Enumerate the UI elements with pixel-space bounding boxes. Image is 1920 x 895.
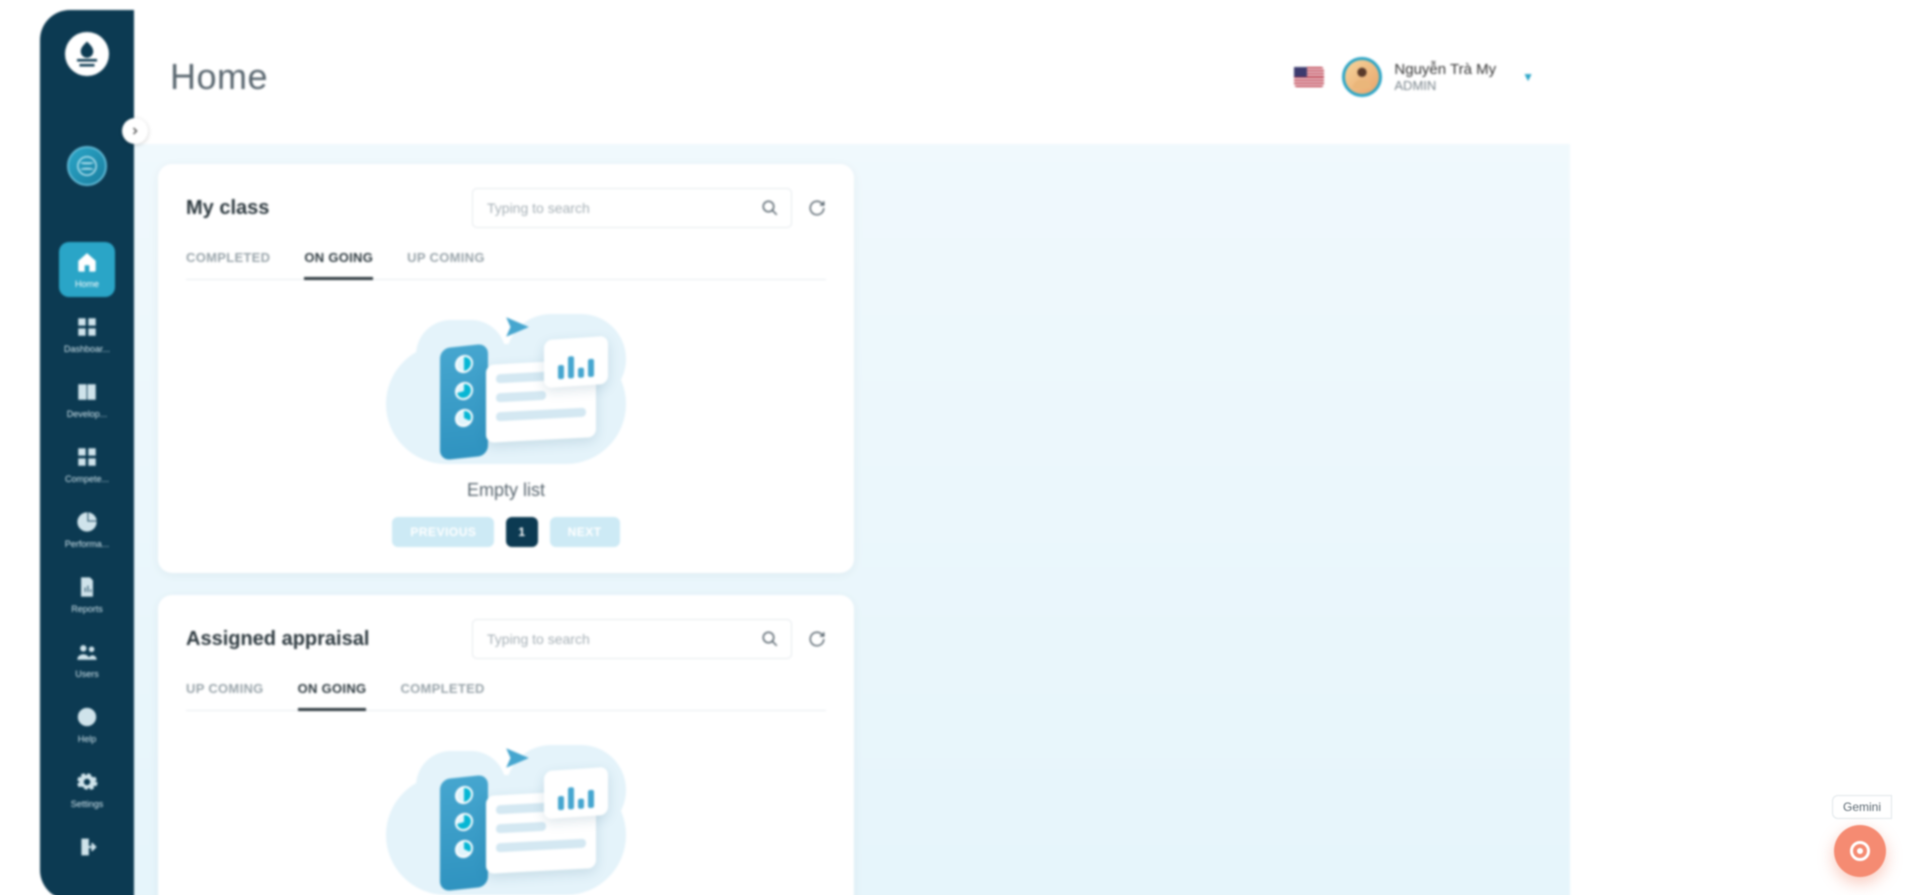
tab-upcoming[interactable]: UP COMING bbox=[407, 248, 485, 279]
gear-icon bbox=[75, 770, 99, 794]
dashboard-icon bbox=[75, 315, 99, 339]
tab-completed[interactable]: COMPLETED bbox=[186, 248, 270, 279]
file-chart-icon bbox=[75, 575, 99, 599]
help-icon bbox=[75, 705, 99, 729]
empty-illustration bbox=[376, 731, 636, 895]
user-menu[interactable]: Nguyễn Trà My ADMIN ▼ bbox=[1342, 57, 1534, 97]
user-role: ADMIN bbox=[1394, 78, 1496, 93]
refresh-icon[interactable] bbox=[808, 199, 826, 217]
sidebar-item-label: Develop... bbox=[67, 409, 108, 419]
header-right: Nguyễn Trà My ADMIN ▼ bbox=[1294, 57, 1534, 97]
gemini-chip[interactable]: Gemini bbox=[1832, 795, 1892, 819]
user-text: Nguyễn Trà My ADMIN bbox=[1394, 61, 1496, 93]
content: Home Nguyễn Trà My ADMIN ▼ bbox=[134, 10, 1570, 895]
tabs: UP COMING ON GOING COMPLETED bbox=[186, 679, 826, 711]
tab-ongoing[interactable]: ON GOING bbox=[304, 248, 373, 279]
next-button[interactable]: NEXT bbox=[550, 517, 620, 547]
page-number[interactable]: 1 bbox=[506, 517, 537, 547]
tab-completed[interactable]: COMPLETED bbox=[400, 679, 484, 710]
refresh-icon[interactable] bbox=[808, 630, 826, 648]
sidebar-item-dashboard[interactable]: Dashboar... bbox=[59, 307, 115, 362]
target-icon bbox=[1850, 841, 1870, 861]
logo-app-icon bbox=[65, 32, 109, 76]
search-box bbox=[472, 619, 792, 659]
empty-illustration bbox=[376, 300, 636, 470]
sidebar-item-label: Home bbox=[75, 279, 99, 289]
pager: PREVIOUS 1 NEXT bbox=[392, 517, 619, 547]
nav: Home Dashboar... Develop... Compete... P… bbox=[40, 242, 134, 867]
sidebar-item-home[interactable]: Home bbox=[59, 242, 115, 297]
brand-icon bbox=[67, 146, 107, 186]
sidebar-item-label: Users bbox=[75, 669, 99, 679]
page-title: Home bbox=[170, 56, 268, 98]
search-box bbox=[472, 188, 792, 228]
tabs: COMPLETED ON GOING UP COMING bbox=[186, 248, 826, 280]
users-icon bbox=[75, 640, 99, 664]
sidebar-item-label: Reports bbox=[71, 604, 103, 614]
prev-button[interactable]: PREVIOUS bbox=[392, 517, 494, 547]
book-icon bbox=[75, 380, 99, 404]
search-icon[interactable] bbox=[761, 630, 779, 648]
header: Home Nguyễn Trà My ADMIN ▼ bbox=[134, 10, 1570, 144]
sidebar-item-performance[interactable]: Performa... bbox=[59, 502, 115, 557]
search-input[interactable] bbox=[487, 200, 751, 216]
logout-icon bbox=[75, 835, 99, 859]
sidebar-item-label: Performa... bbox=[65, 539, 110, 549]
card-assigned-appraisal: Assigned appraisal UP COMING ON GOING CO… bbox=[158, 595, 854, 895]
tab-upcoming[interactable]: UP COMING bbox=[186, 679, 264, 710]
language-flag-us[interactable] bbox=[1294, 67, 1324, 87]
sidebar-item-label: Compete... bbox=[65, 474, 109, 484]
search-icon[interactable] bbox=[761, 199, 779, 217]
search-input[interactable] bbox=[487, 631, 751, 647]
sidebar-item-logout[interactable] bbox=[59, 827, 115, 867]
body-area: My class COMPLETED ON GOING UP COMING bbox=[134, 144, 1570, 895]
card-title: My class bbox=[186, 197, 269, 220]
card-title: Assigned appraisal bbox=[186, 628, 369, 651]
sidebar-item-settings[interactable]: Settings bbox=[59, 762, 115, 817]
empty-state: Empty list PREVIOUS 1 NEXT bbox=[186, 288, 826, 547]
sidebar-item-label: Help bbox=[78, 734, 97, 744]
user-name: Nguyễn Trà My bbox=[1394, 61, 1496, 78]
fab-button[interactable] bbox=[1834, 825, 1886, 877]
avatar bbox=[1342, 57, 1382, 97]
app-shell: Home Dashboar... Develop... Compete... P… bbox=[40, 10, 1570, 895]
sidebar-item-label: Dashboar... bbox=[64, 344, 110, 354]
sidebar-item-label: Settings bbox=[71, 799, 104, 809]
grid-icon bbox=[75, 445, 99, 469]
pie-icon bbox=[75, 510, 99, 534]
caret-down-icon: ▼ bbox=[1522, 70, 1534, 84]
sidebar-item-compete[interactable]: Compete... bbox=[59, 437, 115, 492]
tab-ongoing[interactable]: ON GOING bbox=[298, 679, 367, 710]
home-icon bbox=[75, 250, 99, 274]
sidebar-item-reports[interactable]: Reports bbox=[59, 567, 115, 622]
sidebar-item-develop[interactable]: Develop... bbox=[59, 372, 115, 427]
sidebar: Home Dashboar... Develop... Compete... P… bbox=[40, 10, 134, 895]
sidebar-collapse-button[interactable] bbox=[122, 118, 148, 144]
sidebar-item-users[interactable]: Users bbox=[59, 632, 115, 687]
empty-state: Empty list PREVIOUS 1 NEXT bbox=[186, 719, 826, 895]
empty-text: Empty list bbox=[467, 480, 545, 501]
sidebar-item-help[interactable]: Help bbox=[59, 697, 115, 752]
card-my-class: My class COMPLETED ON GOING UP COMING bbox=[158, 164, 854, 573]
